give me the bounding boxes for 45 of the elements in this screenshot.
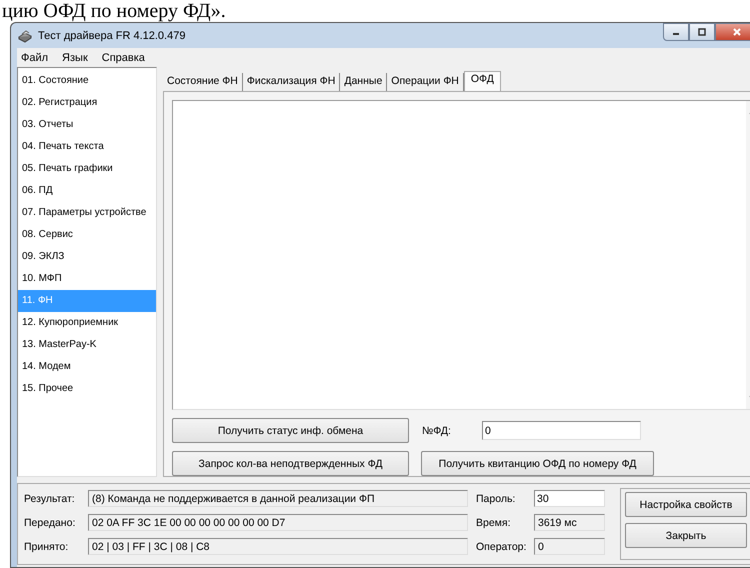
sidebar-item[interactable]: 15. Прочее	[18, 378, 156, 400]
maximize-button[interactable]	[689, 23, 715, 41]
window-title: Тест драйвера FR 4.12.0.479	[38, 30, 186, 42]
status-label: Передано:	[24, 516, 76, 528]
close-icon	[732, 27, 742, 37]
fd-number-field[interactable]: 0	[482, 421, 641, 440]
sidebar-item[interactable]: 06. ПД	[18, 180, 156, 202]
sidebar-item[interactable]: 01. Состояние	[18, 70, 156, 92]
printer-icon	[17, 28, 33, 44]
sidebar-item[interactable]: 02. Регистрация	[18, 92, 156, 114]
menu-item[interactable]: Язык	[62, 52, 88, 64]
sidebar-item[interactable]: 08. Сервис	[18, 224, 156, 246]
status-value-field: 02 0A FF 3C 1E 00 00 00 00 00 00 00 D7	[88, 514, 468, 531]
maximize-icon	[697, 27, 707, 37]
field-label: Пароль:	[476, 492, 516, 504]
sidebar-item[interactable]: 10. МФП	[18, 268, 156, 290]
close-button[interactable]	[715, 23, 750, 41]
minimize-button[interactable]	[663, 23, 689, 41]
field-label: Оператор:	[476, 540, 528, 552]
sidebar-item[interactable]: 07. Параметры устройстве	[18, 202, 156, 224]
request-count-button[interactable]: Запрос кол-ва неподтвержденных ФД	[172, 451, 409, 476]
password-field[interactable]: 30	[534, 490, 605, 507]
tab[interactable]: ОФД	[464, 71, 501, 91]
sidebar-item[interactable]: 12. Купюроприемник	[18, 312, 156, 334]
field-label: Время:	[476, 516, 512, 528]
sidebar-item[interactable]: 09. ЭКЛЗ	[18, 246, 156, 268]
get-status-button[interactable]: Получить статус инф. обмена	[172, 418, 409, 443]
document-text: цию ОФД по номеру ФД».	[1, 0, 227, 22]
status-value-field: 02 | 03 | FF | 3C | 08 | C8	[88, 538, 468, 555]
action-button[interactable]: Закрыть	[625, 523, 747, 548]
get-receipt-button[interactable]: Получить квитанцию ОФД по номеру ФД	[421, 451, 654, 476]
sidebar-item[interactable]: 03. Отчеты	[18, 114, 156, 136]
sidebar-item[interactable]: 14. Модем	[18, 356, 156, 378]
sidebar-item[interactable]: 13. MasterPay-K	[18, 334, 156, 356]
readonly-field: 3619 мс	[534, 514, 605, 531]
menu-item[interactable]: Файл	[21, 52, 48, 64]
sidebar-item[interactable]: 05. Печать графики	[18, 158, 156, 180]
fd-number-label: №ФД:	[422, 424, 452, 436]
status-label: Принято:	[24, 540, 70, 552]
status-label: Результат:	[24, 492, 76, 504]
action-button[interactable]: Настройка свойств	[625, 492, 747, 517]
menu-item[interactable]: Справка	[102, 52, 145, 64]
readonly-field: 0	[534, 538, 605, 555]
sidebar-item[interactable]: 04. Печать текста	[18, 136, 156, 158]
status-value-field: (8) Команда не поддерживается в данной реализации ФП	[88, 490, 468, 507]
